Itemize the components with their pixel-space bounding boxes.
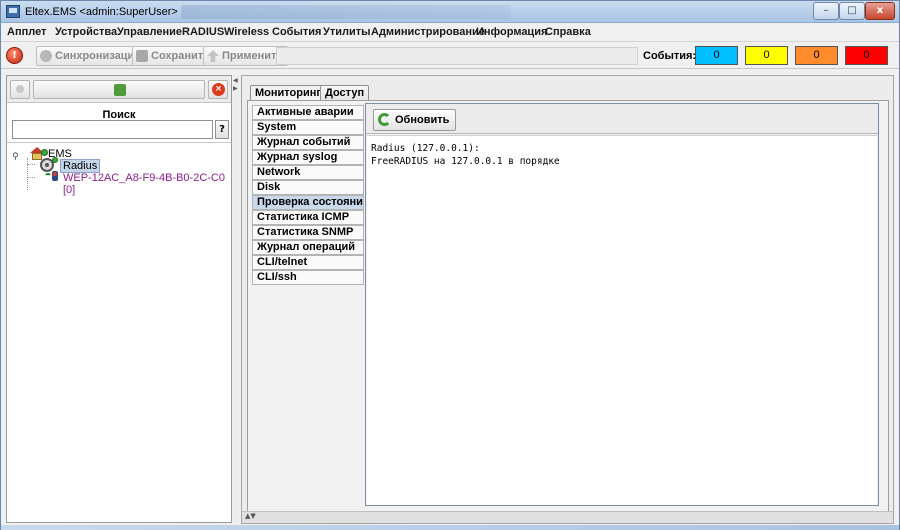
menu-applet[interactable]: Апплет: [7, 26, 46, 38]
side-item-system[interactable]: System: [252, 120, 364, 135]
status-check-pane: Обновить Radius (127.0.0.1): FreeRADIUS …: [365, 103, 879, 506]
app-window: Eltex.EMS <admin:SuperUser> – □ x Апплет…: [0, 0, 900, 530]
splitter-collapse-icon[interactable]: ◀: [233, 77, 238, 84]
sync-icon: [40, 50, 52, 62]
toolbar: ! Синхронизация Сохранить Применить Собы…: [1, 43, 899, 69]
alert-icon[interactable]: !: [6, 47, 23, 64]
tree-action-button[interactable]: [10, 80, 30, 99]
tree-connector: [27, 158, 28, 190]
search-input[interactable]: [12, 120, 213, 139]
side-item-syslog[interactable]: Журнал syslog: [252, 150, 364, 165]
navigation-panel: × Поиск ? ⚲ EMS Radius WEP-12AC_A8-F9-4B…: [6, 75, 232, 523]
app-icon: [6, 5, 20, 18]
side-item-disk[interactable]: Disk: [252, 180, 364, 195]
refresh-label: Обновить: [395, 114, 450, 126]
side-item-active-alarms[interactable]: Активные аварии: [252, 105, 364, 120]
tab-access[interactable]: Доступ: [320, 85, 370, 101]
menu-help[interactable]: Справка: [545, 26, 591, 38]
refresh-icon: [378, 113, 391, 126]
menu-bar: Апплет Устройства Управление RADIUS Wire…: [1, 23, 899, 42]
events-label: События:: [643, 50, 697, 62]
events-count-info[interactable]: 0: [695, 46, 738, 65]
search-help-button[interactable]: ?: [215, 120, 229, 139]
refresh-button[interactable]: Обновить: [373, 109, 457, 131]
monitoring-tab-panel: Активные аварии System Журнал событий Жу…: [247, 100, 889, 521]
sync-label: Синхронизация: [55, 50, 141, 62]
content-toolbar: Обновить: [366, 104, 878, 134]
side-item-cli-ssh[interactable]: CLI/ssh: [252, 270, 364, 285]
minimize-button[interactable]: –: [813, 2, 839, 20]
tree-node-radius[interactable]: Radius: [60, 159, 101, 173]
title-bar-blur: [181, 5, 511, 19]
events-count-major[interactable]: 0: [795, 46, 838, 65]
panel-splitter[interactable]: ◀ ▶: [233, 75, 239, 523]
save-label: Сохранить: [151, 50, 210, 62]
splitter-expand-icon[interactable]: ▶: [233, 85, 238, 92]
menu-management[interactable]: Управление: [117, 26, 182, 38]
title-bar: Eltex.EMS <admin:SuperUser> – □ x: [1, 1, 899, 23]
side-item-status-check[interactable]: Проверка состояния: [252, 195, 364, 210]
window-bottom-edge: [1, 525, 899, 530]
side-item-snmp-stats[interactable]: Статистика SNMP: [252, 225, 364, 240]
menu-wireless[interactable]: Wireless: [224, 26, 269, 38]
output-line: Radius (127.0.0.1):: [371, 143, 480, 154]
window-title: Eltex.EMS <admin:SuperUser>: [25, 6, 178, 18]
add-object-button[interactable]: [33, 80, 205, 99]
menu-events[interactable]: События: [272, 26, 321, 38]
tree-node-access-point[interactable]: WEP-12AC_A8-F9-4B-B0-2C-C0 [0]: [63, 172, 231, 196]
divider: [7, 142, 231, 143]
apply-icon: [207, 50, 219, 62]
menu-radius[interactable]: RADIUS: [182, 26, 224, 38]
details-panel: Мониторинг Доступ Активные аварии System…: [241, 75, 894, 524]
sync-button[interactable]: Синхронизация: [36, 46, 146, 66]
output-line: FreeRADIUS на 127.0.0.1 в порядке: [371, 156, 560, 167]
save-icon: [136, 50, 148, 62]
tree-connector: [27, 164, 35, 165]
bottom-splitter[interactable]: ▲▼: [242, 511, 893, 523]
collapse-arrows-icon[interactable]: ▲▼: [245, 512, 256, 520]
events-count-critical[interactable]: 0: [845, 46, 888, 65]
add-object-icon: [114, 84, 126, 96]
side-item-network[interactable]: Network: [252, 165, 364, 180]
side-item-event-log[interactable]: Журнал событий: [252, 135, 364, 150]
tree-expand-toggle[interactable]: ⚲: [12, 152, 19, 162]
maximize-button[interactable]: □: [839, 2, 865, 20]
access-point-icon: [44, 171, 58, 183]
status-ok-icon: [52, 157, 58, 163]
menu-information[interactable]: Информация: [476, 26, 547, 38]
menu-administration[interactable]: Администрирование: [371, 26, 485, 38]
close-window-button[interactable]: x: [865, 2, 895, 20]
side-item-icmp-stats[interactable]: Статистика ICMP: [252, 210, 364, 225]
side-item-operations-log[interactable]: Журнал операций: [252, 240, 364, 255]
menu-utilities[interactable]: Утилиты: [323, 26, 371, 38]
events-count-warning[interactable]: 0: [745, 46, 788, 65]
close-icon: ×: [212, 83, 225, 96]
navigation-toolbar: ×: [7, 76, 231, 103]
toolbar-spacer: [276, 47, 638, 65]
remove-object-button[interactable]: ×: [208, 80, 228, 99]
status-output: Radius (127.0.0.1): FreeRADIUS на 127.0.…: [367, 135, 877, 505]
menu-devices[interactable]: Устройства: [55, 26, 117, 38]
apply-label: Применить: [222, 50, 284, 62]
tree-connector: [27, 177, 35, 178]
side-item-cli-telnet[interactable]: CLI/telnet: [252, 255, 364, 270]
